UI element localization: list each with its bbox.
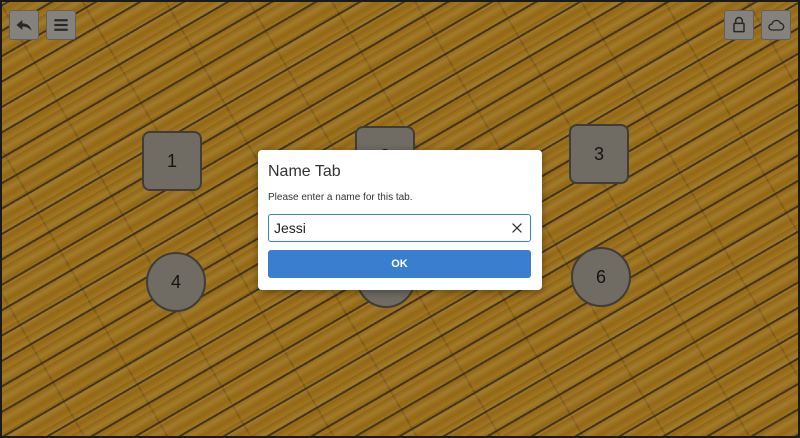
dialog-description: Please enter a name for this tab. <box>268 192 413 203</box>
name-tab-dialog: Name Tab Please enter a name for this ta… <box>258 150 542 290</box>
clear-input-button[interactable] <box>508 219 526 237</box>
dialog-title: Name Tab <box>268 163 341 180</box>
close-icon <box>512 223 522 233</box>
ok-button[interactable]: OK <box>268 250 531 278</box>
name-input-container <box>268 214 531 242</box>
tab-name-input[interactable] <box>269 215 504 241</box>
